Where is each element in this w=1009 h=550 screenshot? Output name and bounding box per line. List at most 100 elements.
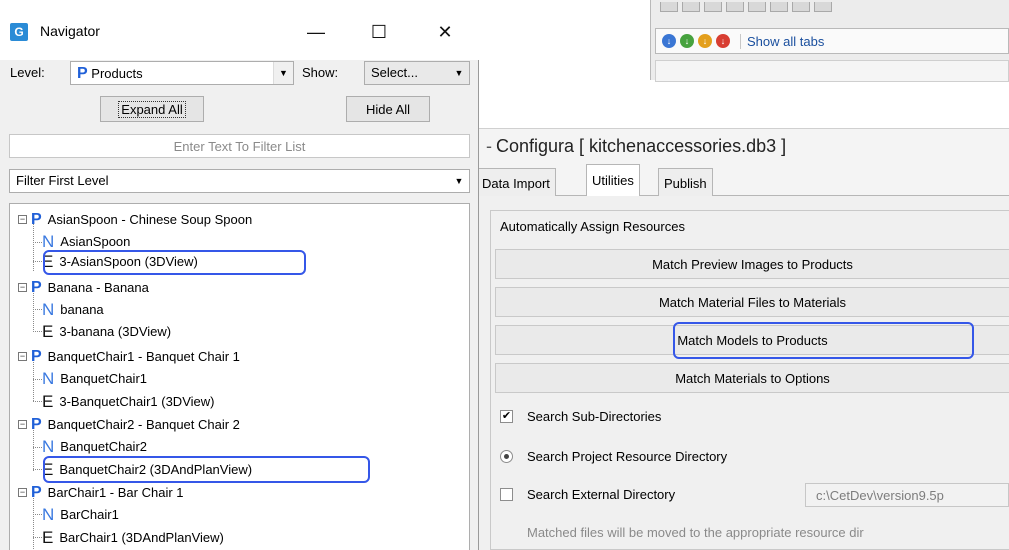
name-icon: N	[42, 299, 55, 319]
search-project-radio[interactable]	[500, 450, 513, 463]
configura-tabs: Data Import Utilities Publish	[476, 162, 1009, 197]
ruler	[655, 60, 1009, 82]
tree-connector	[33, 309, 42, 310]
collapse-icon[interactable]: −	[18, 215, 27, 224]
tab-publish[interactable]: Publish	[658, 168, 713, 196]
entity-icon: E	[42, 321, 54, 341]
expand-all-button[interactable]: Expand All	[100, 96, 204, 122]
match-materials-options-button[interactable]: Match Materials to Options	[495, 363, 1009, 393]
tree-product-row[interactable]: − P AsianSpoon - Chinese Soup Spoon	[18, 210, 252, 229]
entity-icon: E	[42, 391, 54, 411]
entity-icon: E	[42, 527, 54, 547]
tab-data-import[interactable]: Data Import	[476, 168, 556, 196]
tree-entity-row[interactable]: E BarChair1 (3DAndPlanView)	[42, 528, 224, 547]
match-material-files-button[interactable]: Match Material Files to Materials	[495, 287, 1009, 317]
name-icon: N	[42, 436, 55, 456]
toolbar-icon[interactable]	[726, 2, 744, 12]
collapse-icon[interactable]: −	[18, 420, 27, 429]
search-sub-directories-row[interactable]: ✔ Search Sub-Directories	[500, 409, 661, 424]
toolbar-icon[interactable]	[660, 2, 678, 12]
tree-label: 3-BanquetChair1 (3DView)	[59, 394, 215, 409]
tree-connector	[33, 514, 42, 515]
search-external-label: Search External Directory	[527, 487, 676, 502]
filter-input[interactable]: Enter Text To Filter List	[9, 134, 470, 158]
toolbar-icon[interactable]	[748, 2, 766, 12]
external-directory-field[interactable]: c:\CetDev\version9.5p	[805, 483, 1009, 507]
tree-label: BanquetChair1 - Banquet Chair 1	[47, 349, 240, 364]
tree-label: 3-AsianSpoon (3DView)	[59, 254, 198, 269]
search-sub-directories-checkbox[interactable]: ✔	[500, 410, 513, 423]
tree-product-row[interactable]: − P Banana - Banana	[18, 278, 149, 297]
name-icon: N	[42, 504, 55, 524]
tree-label: Banana - Banana	[47, 280, 149, 295]
title-bar: G Navigator — ☐ ✕	[0, 0, 479, 60]
tree-connector	[33, 331, 42, 332]
tree-name-row[interactable]: N AsianSpoon	[42, 232, 130, 251]
tree-label: 3-banana (3DView)	[59, 324, 172, 339]
search-project-row[interactable]: Search Project Resource Directory	[500, 449, 727, 464]
collapse-icon[interactable]: −	[18, 283, 27, 292]
show-label: Show:	[302, 65, 339, 80]
tab-utilities[interactable]: Utilities	[586, 164, 640, 197]
chevron-down-icon[interactable]: ▼	[273, 62, 293, 84]
search-external-row[interactable]: Search External Directory	[500, 487, 675, 502]
maximize-button[interactable]: ☐	[359, 18, 399, 46]
matched-files-note: Matched files will be moved to the appro…	[527, 525, 864, 540]
toolbar-icon[interactable]	[682, 2, 700, 12]
down-arrow-icon[interactable]: ↓	[716, 34, 730, 48]
down-arrow-icon[interactable]: ↓	[662, 34, 676, 48]
match-preview-images-button[interactable]: Match Preview Images to Products	[495, 249, 1009, 279]
filter-level-dropdown[interactable]: Filter First Level ▼	[9, 169, 470, 193]
tree-entity-row[interactable]: E 3-banana (3DView)	[42, 322, 171, 341]
minimize-button[interactable]: —	[296, 18, 336, 46]
tree-label: AsianSpoon	[60, 234, 131, 249]
name-icon: N	[42, 368, 55, 388]
tree-label: BanquetChair2 (3DAndPlanView)	[59, 462, 253, 477]
toolbar-icon[interactable]	[770, 2, 788, 12]
down-arrow-icon[interactable]: ↓	[698, 34, 712, 48]
collapse-icon[interactable]: −	[18, 352, 27, 361]
product-icon: P	[31, 278, 42, 296]
product-icon: P	[31, 210, 42, 228]
search-external-checkbox[interactable]	[500, 488, 513, 501]
tree-label: BarChair1 (3DAndPlanView)	[59, 530, 224, 545]
toolbar-icon[interactable]	[814, 2, 832, 12]
toolbar-icon[interactable]	[704, 2, 722, 12]
tree-label: BarChair1 - Bar Chair 1	[47, 485, 184, 500]
filter-level-value: Filter First Level	[16, 173, 109, 188]
entity-icon: E	[42, 251, 54, 271]
product-icon: P	[31, 347, 42, 365]
show-dropdown[interactable]: Select... ▼	[364, 61, 470, 85]
tree-name-row[interactable]: N BanquetChair1	[42, 369, 147, 388]
toolbar-icon[interactable]	[792, 2, 810, 12]
group-title: Automatically Assign Resources	[500, 219, 685, 234]
close-button[interactable]: ✕	[425, 18, 465, 46]
tree-name-row[interactable]: Nbanana	[42, 300, 104, 319]
tree-name-row[interactable]: N BarChair1	[42, 505, 119, 524]
product-icon: P	[77, 65, 88, 82]
tree-entity-row[interactable]: E BanquetChair2 (3DAndPlanView)	[42, 460, 252, 479]
tree-entity-row[interactable]: E 3-BanquetChair1 (3DView)	[42, 392, 214, 411]
window-title: Navigator	[40, 23, 100, 39]
configura-title: - Configura [ kitchenaccessories.db3 ]	[478, 128, 1009, 162]
level-dropdown[interactable]: P Products ▼	[70, 61, 294, 85]
tree-product-row[interactable]: − P BarChair1 - Bar Chair 1	[18, 483, 184, 502]
tree-product-row[interactable]: − P BanquetChair1 - Banquet Chair 1	[18, 347, 240, 366]
search-sub-directories-label: Search Sub-Directories	[527, 409, 662, 424]
tree-product-row[interactable]: − P BanquetChair2 - Banquet Chair 2	[18, 415, 240, 434]
chevron-down-icon[interactable]: ▼	[449, 170, 469, 192]
hide-all-button[interactable]: Hide All	[346, 96, 430, 122]
navigator-window: G Navigator — ☐ ✕ Level: P Products ▼ Sh…	[0, 0, 479, 550]
tree-connector	[33, 401, 42, 402]
tree-entity-row[interactable]: E 3-AsianSpoon (3DView)	[42, 252, 198, 271]
tree-label: BanquetChair1	[60, 371, 148, 386]
collapse-icon[interactable]: −	[18, 488, 27, 497]
chevron-down-icon[interactable]: ▼	[449, 62, 469, 84]
product-tree[interactable]: − P AsianSpoon - Chinese Soup Spoon N Asian…	[9, 203, 470, 550]
down-arrow-icon[interactable]: ↓	[680, 34, 694, 48]
tree-connector	[33, 261, 42, 262]
tree-name-row[interactable]: N BanquetChair2	[42, 437, 147, 456]
match-models-button[interactable]: Match Models to Products	[495, 325, 1009, 355]
tree-connector	[33, 447, 42, 448]
show-all-tabs-button[interactable]: Show all tabs	[740, 33, 824, 49]
